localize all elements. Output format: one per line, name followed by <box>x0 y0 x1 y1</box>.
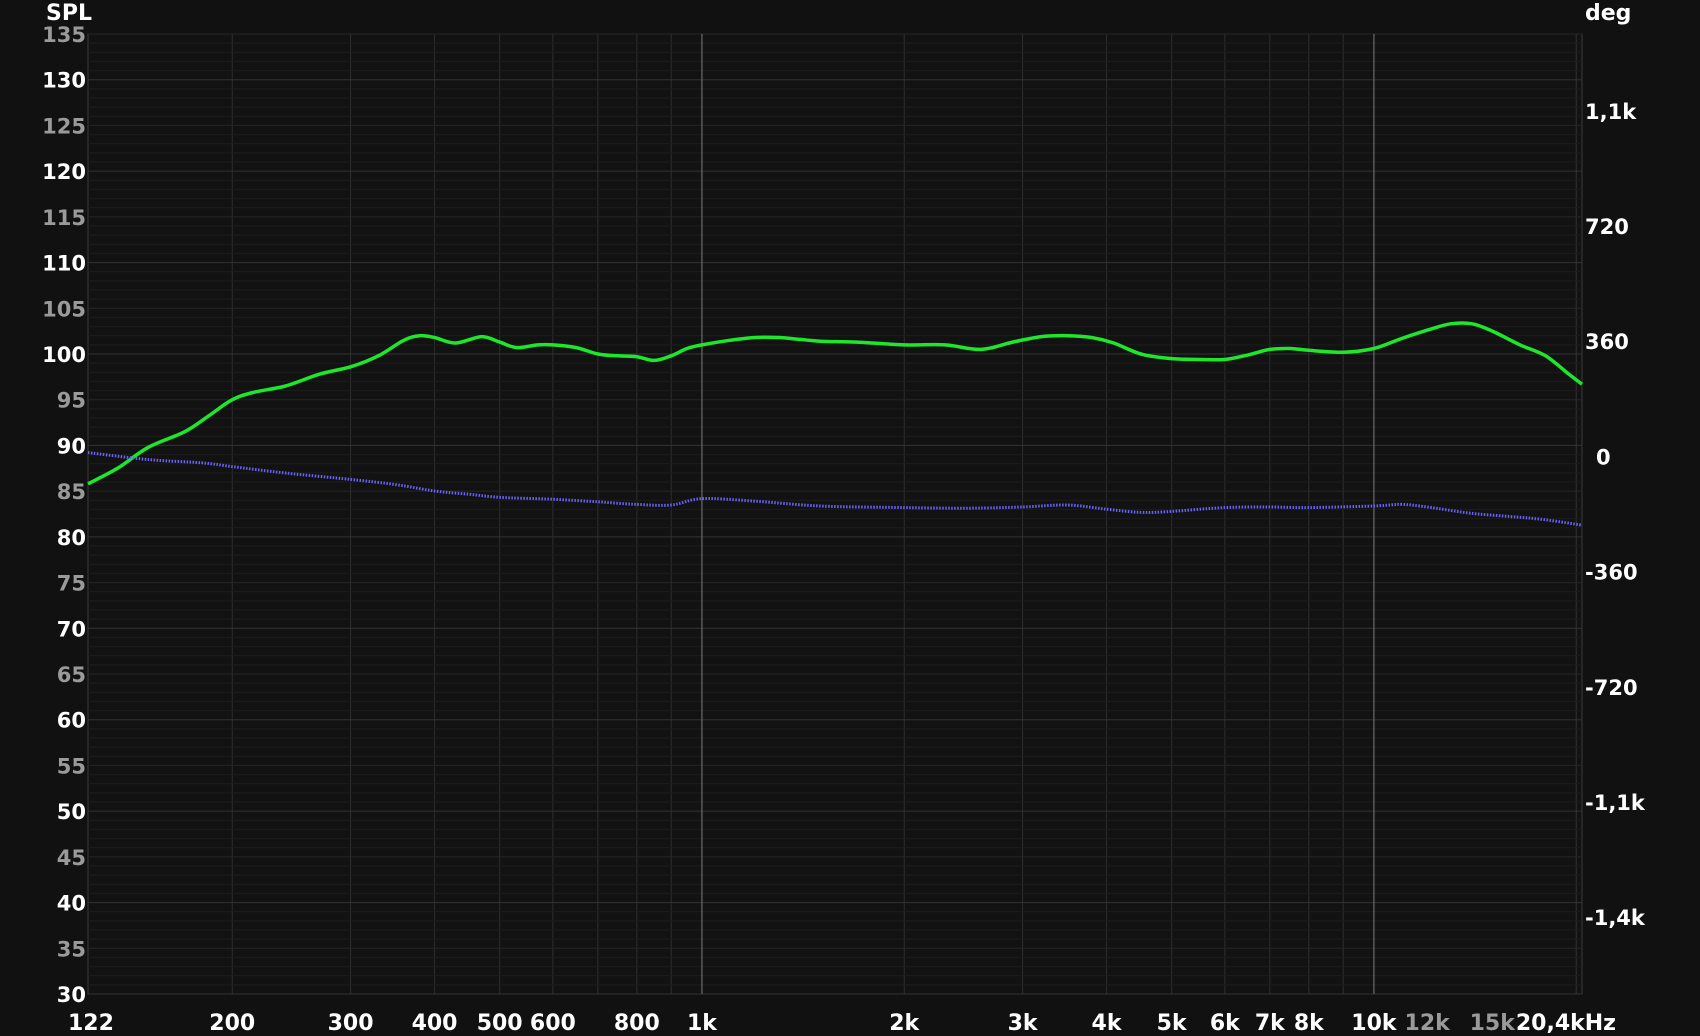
frequency-tick-label: 3k <box>1008 1011 1039 1036</box>
spl-tick-label: 95 <box>57 389 86 413</box>
frequency-tick-label: 400 <box>412 1011 458 1036</box>
spl-tick-label: 130 <box>42 69 86 93</box>
frequency-tick-label: 10k <box>1351 1011 1398 1036</box>
spl-tick-label: 85 <box>57 480 86 504</box>
spl-tick-label: 105 <box>42 297 86 321</box>
spl-tick-label: 115 <box>42 206 86 230</box>
frequency-tick-label: 2k <box>889 1011 920 1036</box>
spl-tick-label: 135 <box>42 23 86 47</box>
frequency-tick-label: 6k <box>1210 1011 1241 1036</box>
phase-tick-label: -360 <box>1585 561 1638 585</box>
frequency-tick-label: 200 <box>209 1011 255 1036</box>
spl-tick-label: 80 <box>57 526 86 550</box>
spl-tick-label: 90 <box>57 434 86 458</box>
frequency-tick-label: 20,4kHz <box>1516 1011 1616 1036</box>
spl-tick-label: 120 <box>42 160 86 184</box>
frequency-tick-label: 4k <box>1092 1011 1123 1036</box>
plot-area <box>87 33 1583 995</box>
frequency-tick-label: 15k <box>1470 1011 1517 1036</box>
phase-tick-label: -720 <box>1585 676 1638 700</box>
spl-tick-label: 55 <box>57 754 86 778</box>
spl-axis-label: SPL <box>46 1 92 26</box>
spl-tick-label: 100 <box>42 343 86 367</box>
spl-tick-label: 125 <box>42 114 86 138</box>
spl-tick-label: 40 <box>57 892 86 916</box>
spl-tick-label: 30 <box>57 983 86 1007</box>
phase-axis-label: deg <box>1585 1 1631 26</box>
frequency-response-chart: 135 130 125 120 115 110 105 100 95 90 85 80 75 70 65 60… <box>0 0 1700 1036</box>
frequency-tick-label: 800 <box>614 1011 660 1036</box>
frequency-tick-label: 122 <box>68 1011 114 1036</box>
frequency-tick-label: 500 <box>477 1011 523 1036</box>
spl-tick-label: 60 <box>57 709 86 733</box>
phase-tick-label: -1,1k <box>1585 791 1646 815</box>
spl-tick-label: 65 <box>57 663 86 687</box>
phase-tick-label: 360 <box>1585 330 1629 354</box>
frequency-tick-label: 12k <box>1405 1011 1452 1036</box>
phase-tick-label: -1,4k <box>1585 906 1646 930</box>
frequency-tick-label: 7k <box>1255 1011 1286 1036</box>
spl-tick-label: 110 <box>42 252 86 276</box>
spl-tick-label: 45 <box>57 846 86 870</box>
frequency-tick-label: 1k <box>687 1011 718 1036</box>
frequency-tick-label: 5k <box>1157 1011 1188 1036</box>
frequency-tick-label: 600 <box>530 1011 576 1036</box>
phase-tick-label: 1,1k <box>1585 100 1637 124</box>
spl-tick-label: 35 <box>57 937 86 961</box>
phase-tick-label: 0 <box>1596 445 1611 469</box>
spl-tick-label: 75 <box>57 572 86 596</box>
frequency-tick-label: 8k <box>1294 1011 1325 1036</box>
spl-tick-label: 70 <box>57 617 86 641</box>
phase-tick-label: 720 <box>1585 215 1629 239</box>
frequency-tick-label: 300 <box>328 1011 374 1036</box>
spl-tick-label: 50 <box>57 800 86 824</box>
